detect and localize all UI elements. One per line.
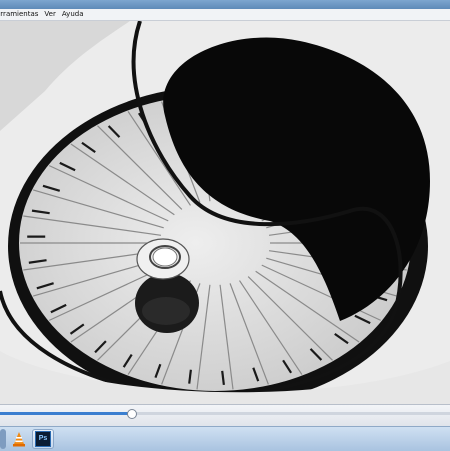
vlc-taskbar-button[interactable]	[8, 429, 30, 449]
seek-bar[interactable]	[0, 409, 450, 419]
video-frame[interactable]	[0, 21, 450, 404]
seek-handle[interactable]	[126, 409, 137, 419]
vlc-icon	[13, 432, 25, 447]
menu-bar: erramientas Ver Ayuda	[0, 9, 450, 21]
player-controls	[0, 404, 450, 427]
photoshop-icon: Ps	[35, 431, 51, 447]
seek-progress	[0, 412, 131, 415]
menu-ver[interactable]: Ver	[44, 9, 61, 20]
title-bar	[0, 0, 450, 9]
show-desktop-button[interactable]	[0, 429, 6, 449]
taskbar: Ps	[0, 426, 450, 451]
menu-ayuda[interactable]: Ayuda	[62, 9, 90, 20]
spiral-staircase-image	[0, 21, 450, 404]
photoshop-taskbar-button[interactable]: Ps	[32, 429, 54, 449]
menu-herramientas[interactable]: erramientas	[0, 9, 44, 20]
